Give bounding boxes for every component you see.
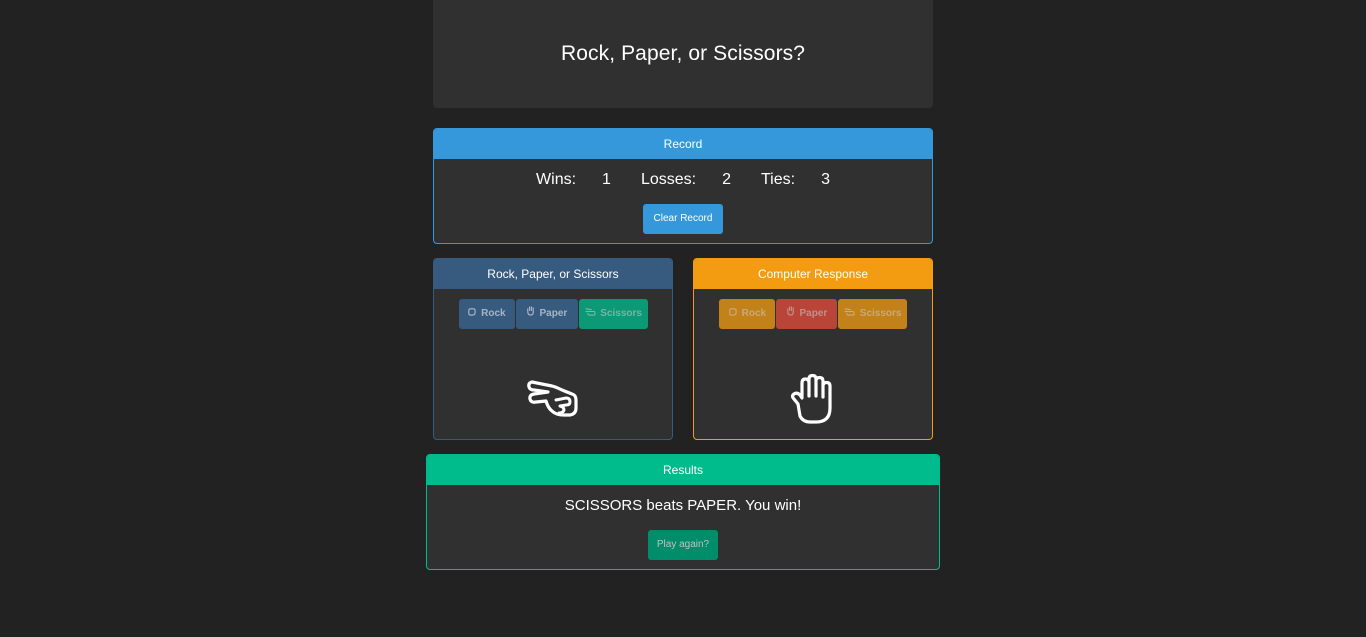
hand-paper-icon <box>786 306 798 319</box>
computer-rock-button[interactable]: Rock <box>719 299 775 329</box>
player-panel: Rock, Paper, or Scissors Rock Paper Scis… <box>433 258 673 440</box>
results-panel: Results SCISSORS beats PAPER. You win! P… <box>426 454 940 570</box>
page-title: Rock, Paper, or Scissors? <box>560 42 806 65</box>
record-stats: Wins: 1 Losses: 2 Ties: 3 <box>434 171 932 189</box>
losses-value: 2 <box>722 171 731 188</box>
computer-panel: Computer Response Rock Paper Scissors <box>693 258 933 440</box>
player-choice-buttons: Rock Paper Scissors <box>434 299 672 329</box>
hand-paper-icon <box>526 306 538 319</box>
player-rock-button[interactable]: Rock <box>458 299 515 329</box>
computer-choice-display <box>694 373 932 431</box>
hand-paper-icon <box>788 373 838 431</box>
title-banner: Rock, Paper, or Scissors? <box>433 0 933 108</box>
computer-rock-label: Rock <box>741 308 767 319</box>
play-again-button[interactable]: Play again? <box>648 530 718 560</box>
hand-scissors-icon <box>526 374 580 427</box>
computer-paper-button[interactable]: Paper <box>776 299 837 329</box>
computer-header: Computer Response <box>694 259 932 289</box>
hand-rock-icon <box>467 308 479 319</box>
hand-scissors-icon <box>844 308 858 319</box>
ties-label: Ties: <box>760 171 796 188</box>
clear-record-button[interactable]: Clear Record <box>643 204 723 234</box>
wins-value: 1 <box>602 171 611 188</box>
result-message: SCISSORS beats PAPER. You win! <box>564 497 802 514</box>
hand-rock-icon <box>728 308 740 319</box>
results-header: Results <box>427 455 939 485</box>
player-choice-display <box>434 374 672 427</box>
player-scissors-button[interactable]: Scissors <box>578 299 648 329</box>
computer-scissors-button[interactable]: Scissors <box>838 299 907 329</box>
computer-choice-buttons: Rock Paper Scissors <box>694 299 932 329</box>
computer-scissors-label: Scissors <box>859 308 902 319</box>
player-paper-label: Paper <box>539 308 568 319</box>
losses-label: Losses: <box>640 171 697 188</box>
record-header: Record <box>434 129 932 159</box>
player-rock-label: Rock <box>481 308 506 319</box>
record-panel: Record Wins: 1 Losses: 2 Ties: 3 Clear Record <box>433 128 933 244</box>
wins-label: Wins: <box>536 171 577 188</box>
player-scissors-label: Scissors <box>600 308 642 319</box>
hand-scissors-icon <box>584 308 599 319</box>
ties-value: 3 <box>821 171 830 188</box>
computer-paper-label: Paper <box>799 308 828 319</box>
player-header: Rock, Paper, or Scissors <box>434 259 672 289</box>
player-paper-button[interactable]: Paper <box>515 299 578 329</box>
